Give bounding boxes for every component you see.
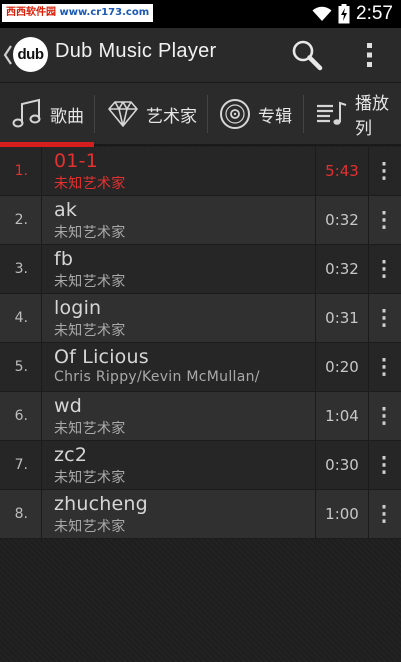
song-more-icon[interactable] bbox=[378, 308, 390, 328]
status-bar: 西西软件园 www.cr173.com 2:57 bbox=[0, 0, 401, 28]
tab-playlists[interactable]: 播放列 bbox=[315, 83, 401, 144]
song-duration: 1:04 bbox=[315, 392, 369, 440]
search-icon[interactable] bbox=[290, 38, 324, 72]
tab-songs-label: 歌曲 bbox=[50, 106, 84, 127]
song-title: ak bbox=[54, 199, 78, 221]
song-duration: 0:32 bbox=[315, 196, 369, 244]
watermark: 西西软件园 www.cr173.com bbox=[2, 4, 154, 22]
battery-charging-icon bbox=[338, 4, 350, 24]
app-logo-text: dub bbox=[17, 46, 45, 63]
action-bar: dub Dub Music Player bbox=[0, 28, 401, 82]
song-row[interactable]: 6. wd 未知艺术家 1:04 bbox=[0, 392, 401, 441]
song-row[interactable]: 3. fb 未知艺术家 0:32 bbox=[0, 245, 401, 294]
diamond-icon bbox=[108, 101, 138, 127]
vinyl-disc-icon bbox=[220, 99, 250, 129]
song-more-icon[interactable] bbox=[378, 259, 390, 279]
song-duration: 0:31 bbox=[315, 294, 369, 342]
song-artist: Chris Rippy/Kevin McMullan/ bbox=[54, 369, 260, 385]
song-title: wd bbox=[54, 395, 83, 417]
app-logo[interactable]: dub bbox=[13, 37, 48, 72]
song-index: 1. bbox=[0, 147, 42, 195]
song-index: 6. bbox=[0, 392, 42, 440]
app-title: Dub Music Player bbox=[55, 40, 217, 62]
song-row[interactable]: 7. zc2 未知艺术家 0:30 bbox=[0, 441, 401, 490]
song-artist: 未知艺术家 bbox=[54, 519, 126, 535]
song-more-icon[interactable] bbox=[378, 210, 390, 230]
song-artist: 未知艺术家 bbox=[54, 421, 126, 437]
song-title: zhucheng bbox=[54, 493, 148, 515]
song-title: Of Licious bbox=[54, 346, 149, 368]
song-row[interactable]: 1. 01-1 未知艺术家 5:43 bbox=[0, 147, 401, 196]
song-duration: 5:43 bbox=[315, 147, 369, 195]
song-index: 2. bbox=[0, 196, 42, 244]
tab-underline bbox=[94, 144, 401, 146]
tab-bar: 歌曲 艺术家 专辑 播放列 bbox=[0, 82, 401, 144]
tab-playlists-label: 播放列 bbox=[355, 94, 389, 139]
tab-albums[interactable]: 专辑 bbox=[218, 83, 292, 144]
playlist-icon bbox=[317, 101, 347, 125]
tab-songs[interactable]: 歌曲 bbox=[10, 83, 84, 144]
song-index: 5. bbox=[0, 343, 42, 391]
overflow-menu-icon[interactable] bbox=[360, 40, 380, 70]
song-more-icon[interactable] bbox=[378, 357, 390, 377]
song-title: zc2 bbox=[54, 444, 88, 466]
wifi-icon bbox=[312, 6, 332, 21]
song-duration: 0:20 bbox=[315, 343, 369, 391]
song-row[interactable]: 5. Of Licious Chris Rippy/Kevin McMullan… bbox=[0, 343, 401, 392]
song-more-icon[interactable] bbox=[378, 406, 390, 426]
song-title: 01-1 bbox=[54, 150, 98, 172]
song-index: 7. bbox=[0, 441, 42, 489]
clock: 2:57 bbox=[356, 3, 393, 24]
tab-artists[interactable]: 艺术家 bbox=[106, 83, 197, 144]
tab-albums-label: 专辑 bbox=[258, 106, 292, 127]
song-artist: 未知艺术家 bbox=[54, 470, 126, 486]
song-row[interactable]: 2. ak 未知艺术家 0:32 bbox=[0, 196, 401, 245]
status-icons: 2:57 bbox=[312, 2, 393, 26]
song-duration: 0:30 bbox=[315, 441, 369, 489]
song-duration: 1:00 bbox=[315, 490, 369, 538]
tab-divider bbox=[94, 95, 95, 133]
song-more-icon[interactable] bbox=[378, 455, 390, 475]
song-index: 8. bbox=[0, 490, 42, 538]
song-more-icon[interactable] bbox=[378, 161, 390, 181]
song-more-icon[interactable] bbox=[378, 504, 390, 524]
song-index: 3. bbox=[0, 245, 42, 293]
song-artist: 未知艺术家 bbox=[54, 323, 126, 339]
song-title: fb bbox=[54, 248, 74, 270]
tab-artists-label: 艺术家 bbox=[146, 106, 197, 127]
song-index: 4. bbox=[0, 294, 42, 342]
song-duration: 0:32 bbox=[315, 245, 369, 293]
song-title: login bbox=[54, 297, 102, 319]
song-row[interactable]: 4. login 未知艺术家 0:31 bbox=[0, 294, 401, 343]
watermark-url: www.cr173.com bbox=[59, 7, 150, 18]
tab-divider bbox=[303, 95, 304, 133]
song-row[interactable]: 8. zhucheng 未知艺术家 1:00 bbox=[0, 490, 401, 539]
song-artist: 未知艺术家 bbox=[54, 225, 126, 241]
tab-divider bbox=[207, 95, 208, 133]
song-artist: 未知艺术家 bbox=[54, 176, 126, 192]
song-artist: 未知艺术家 bbox=[54, 274, 126, 290]
watermark-brand: 西西软件园 bbox=[6, 7, 56, 18]
song-list: 1. 01-1 未知艺术家 5:43 2. ak 未知艺术家 0:32 3. f… bbox=[0, 147, 401, 539]
music-note-icon bbox=[12, 98, 41, 128]
back-chevron-icon[interactable] bbox=[3, 44, 13, 66]
